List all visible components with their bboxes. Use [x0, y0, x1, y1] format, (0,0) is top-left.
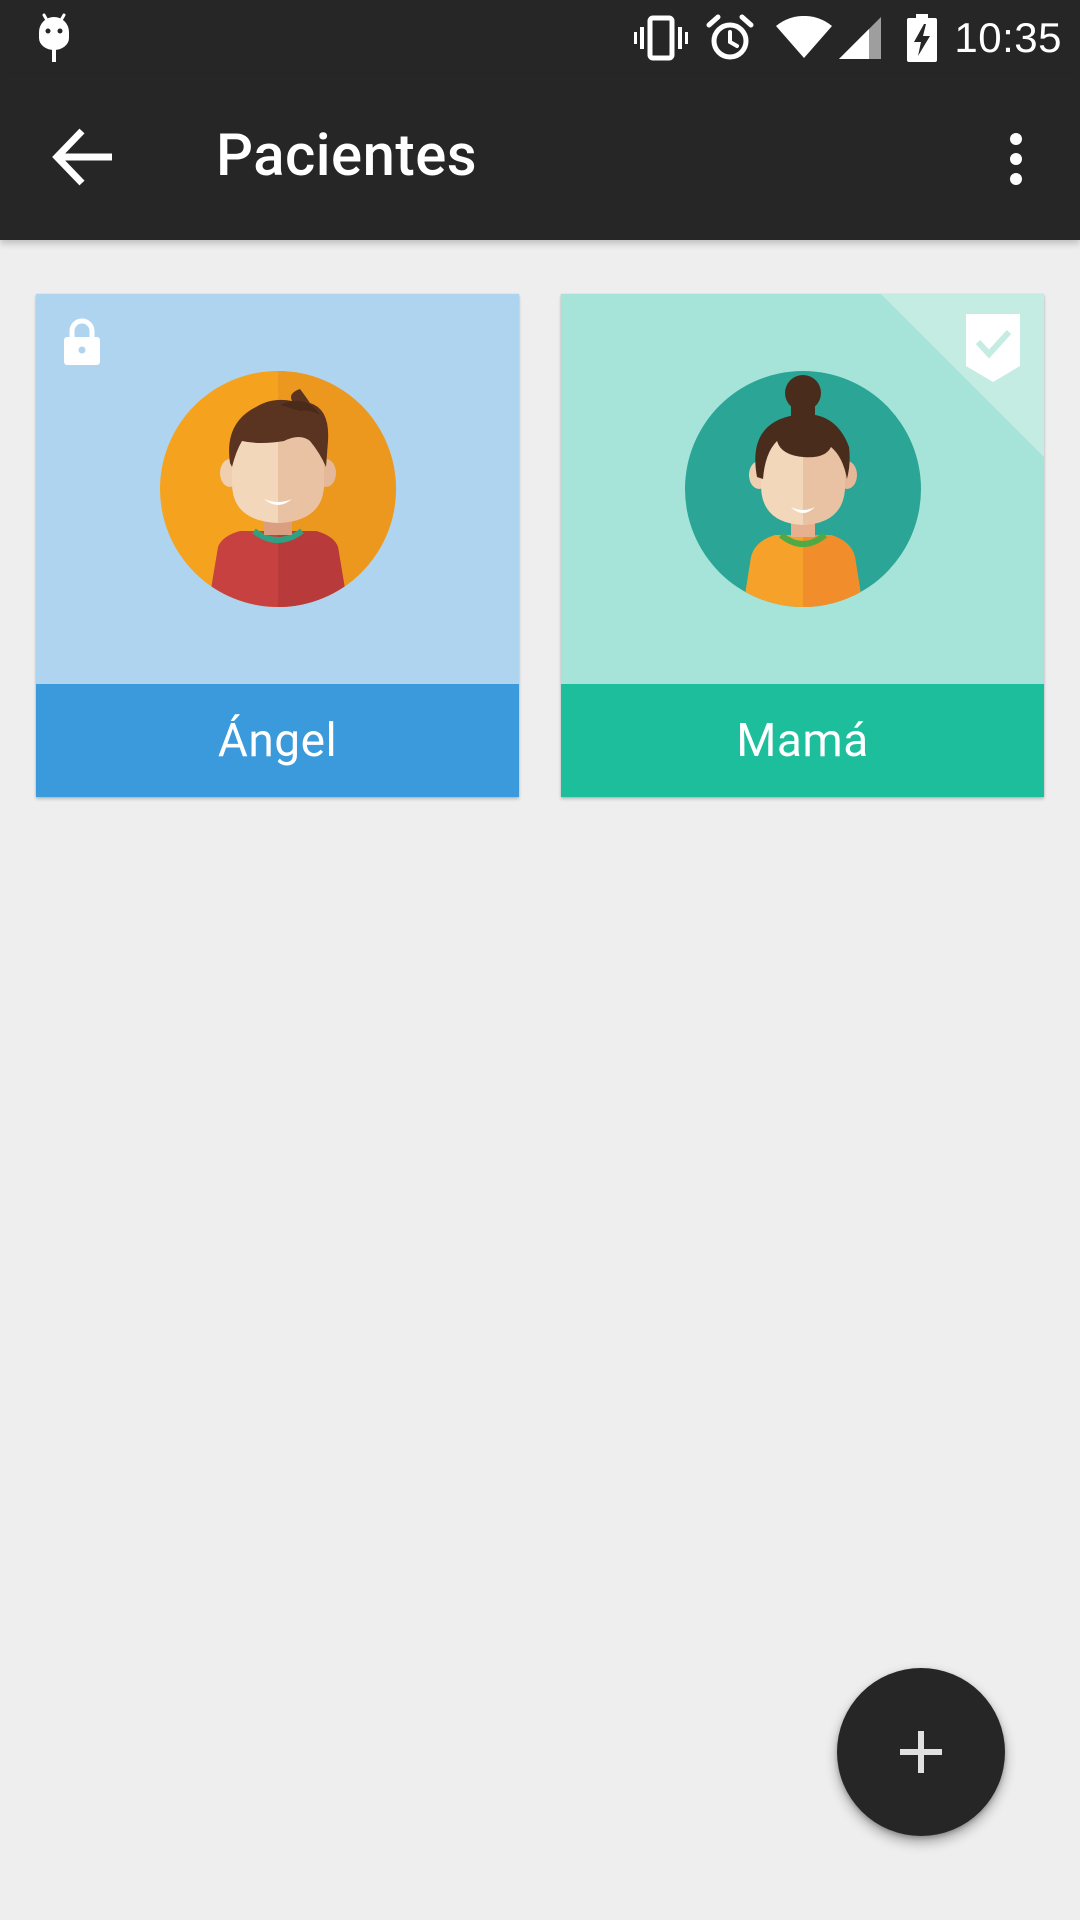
wifi-icon — [774, 13, 834, 63]
arrow-back-icon[interactable] — [44, 117, 124, 197]
patient-card-label-bar: Mamá — [561, 684, 1044, 797]
patient-card-image — [36, 294, 519, 684]
status-time: 10:35 — [954, 13, 1062, 61]
android-debug-icon — [36, 12, 72, 64]
more-vert-icon[interactable] — [992, 119, 1040, 199]
app-bar: Pacientes — [0, 75, 1080, 240]
patient-card-angel[interactable]: Ángel — [36, 294, 519, 797]
signal-icon — [838, 13, 882, 63]
check-shield-icon — [964, 312, 1022, 384]
patient-card-label-bar: Ángel — [36, 684, 519, 797]
patient-name: Mamá — [736, 713, 869, 768]
patient-name: Ángel — [217, 713, 338, 768]
patient-card-image — [561, 294, 1044, 684]
lock-icon — [61, 318, 103, 366]
add-patient-button[interactable] — [837, 1668, 1005, 1836]
battery-charging-icon — [904, 12, 940, 64]
page-title: Pacientes — [216, 122, 478, 190]
add-icon — [898, 1729, 944, 1775]
alarm-icon — [702, 13, 758, 63]
status-bar: 10:35 — [0, 0, 1080, 75]
avatar-woman — [685, 371, 921, 607]
patient-card-mama[interactable]: Mamá — [561, 294, 1044, 797]
avatar-boy — [160, 371, 396, 607]
vibrate-icon — [632, 13, 690, 63]
